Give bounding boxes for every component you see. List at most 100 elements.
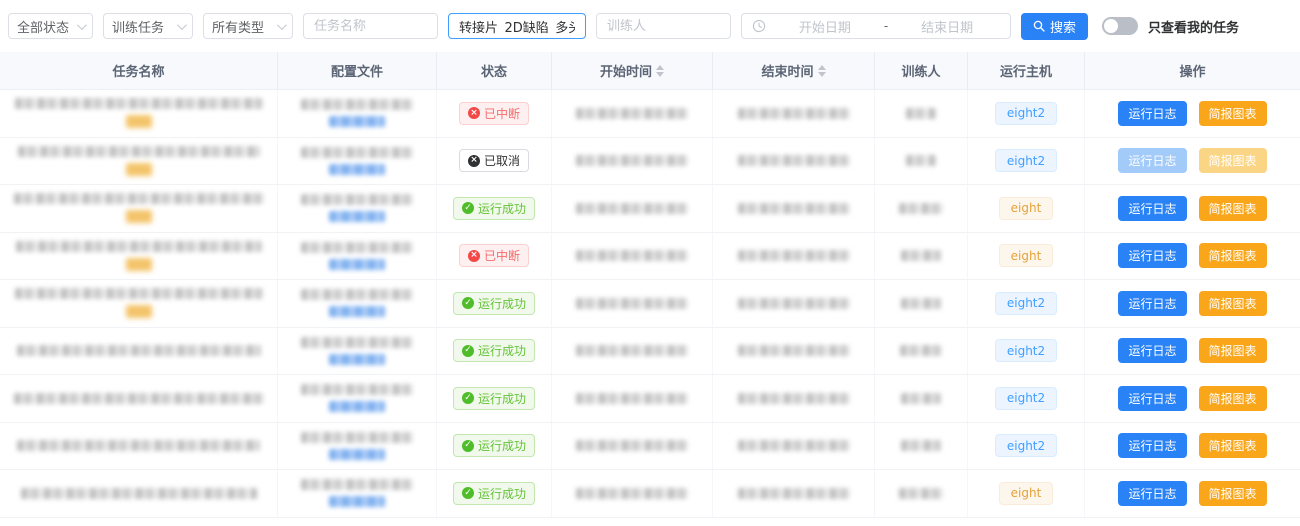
config-file-cell bbox=[278, 423, 437, 470]
run-log-button[interactable]: 运行日志 bbox=[1118, 196, 1186, 221]
date-range-separator: - bbox=[884, 19, 888, 33]
redacted-config-name bbox=[301, 242, 413, 253]
report-chart-button[interactable]: 简报图表 bbox=[1199, 481, 1267, 506]
start-time-cell bbox=[552, 375, 713, 422]
run-log-button[interactable]: 运行日志 bbox=[1118, 433, 1186, 458]
redacted-config-link[interactable] bbox=[329, 354, 385, 365]
status-label: 运行成功 bbox=[478, 485, 526, 502]
redacted-start-time bbox=[576, 250, 688, 261]
column-header-label: 结束时间 bbox=[761, 61, 813, 80]
report-chart-button[interactable]: 简报图表 bbox=[1199, 291, 1267, 316]
table-row: ✓ 运行成功 eight 运行日志简报图表 bbox=[0, 185, 1300, 233]
sort-asc-icon[interactable] bbox=[818, 65, 826, 70]
table-row: ×已中断eight运行日志简报图表 bbox=[0, 233, 1300, 281]
sort-desc-icon[interactable] bbox=[656, 72, 664, 77]
column-header-label: 开始时间 bbox=[600, 61, 652, 80]
config-file-cell bbox=[278, 138, 437, 185]
run-log-button[interactable]: 运行日志 bbox=[1118, 243, 1186, 268]
redacted-config-name bbox=[301, 289, 413, 300]
config-file-cell bbox=[278, 280, 437, 327]
table-row: ✓运行成功eight运行日志简报图表 bbox=[0, 470, 1300, 518]
start-date-input[interactable]: 开始日期 bbox=[772, 17, 878, 36]
status-success-icon: ✓ bbox=[462, 392, 474, 404]
report-chart-button[interactable]: 简报图表 bbox=[1199, 433, 1267, 458]
config-file-cell bbox=[278, 90, 437, 137]
end-time-cell bbox=[713, 423, 875, 470]
table-row: ×已中断eight2运行日志简报图表 bbox=[0, 90, 1300, 138]
redacted-start-time bbox=[576, 488, 688, 499]
my-tasks-toggle[interactable] bbox=[1102, 17, 1138, 35]
redacted-config-link[interactable] bbox=[329, 306, 385, 317]
trainer-cell bbox=[875, 280, 968, 327]
host-cell: eight2 bbox=[968, 423, 1085, 470]
start-time-cell bbox=[552, 233, 713, 280]
redacted-config-link[interactable] bbox=[329, 164, 385, 175]
redacted-config-name bbox=[301, 337, 413, 348]
redacted-config-name bbox=[301, 384, 413, 395]
status-badge: ✓运行成功 bbox=[453, 434, 535, 457]
sort-desc-icon[interactable] bbox=[818, 72, 826, 77]
task-name-cell bbox=[0, 90, 278, 137]
column-header-config-file: 配置文件 bbox=[278, 52, 437, 89]
redacted-trainer bbox=[900, 345, 942, 356]
trainer-cell bbox=[875, 185, 968, 232]
host-cell: eight bbox=[968, 233, 1085, 280]
redacted-task-name bbox=[15, 288, 263, 299]
redacted-start-time bbox=[576, 440, 688, 451]
run-log-button[interactable]: 运行日志 bbox=[1118, 338, 1186, 363]
task-filter-select[interactable]: 训练任务 bbox=[103, 13, 193, 39]
search-button[interactable]: 搜索 bbox=[1021, 13, 1088, 40]
actions-cell: 运行日志简报图表 bbox=[1085, 423, 1300, 470]
redacted-end-time bbox=[738, 440, 850, 451]
table-row: ✓运行成功 eight2 运行日志简报图表 bbox=[0, 328, 1300, 376]
status-label: 运行成功 bbox=[478, 295, 526, 312]
type-filter-select[interactable]: 所有类型 bbox=[203, 13, 293, 39]
run-log-button[interactable]: 运行日志 bbox=[1118, 148, 1186, 173]
search-button-label: 搜索 bbox=[1050, 17, 1076, 36]
run-log-button[interactable]: 运行日志 bbox=[1118, 481, 1186, 506]
host-tag: eight2 bbox=[995, 339, 1057, 362]
report-chart-button[interactable]: 简报图表 bbox=[1199, 148, 1267, 173]
report-chart-button[interactable]: 简报图表 bbox=[1199, 196, 1267, 221]
trainer-input[interactable] bbox=[607, 19, 720, 34]
status-filter-select[interactable]: 全部状态 bbox=[8, 13, 93, 39]
run-log-button[interactable]: 运行日志 bbox=[1118, 101, 1186, 126]
report-chart-button[interactable]: 简报图表 bbox=[1199, 338, 1267, 363]
redacted-start-time bbox=[576, 345, 688, 356]
status-success-icon: ✓ bbox=[462, 487, 474, 499]
status-label: 运行成功 bbox=[478, 200, 526, 217]
status-success-icon: ✓ bbox=[462, 202, 474, 214]
run-log-button[interactable]: 运行日志 bbox=[1118, 386, 1186, 411]
config-file-cell bbox=[278, 470, 437, 517]
redacted-config-link[interactable] bbox=[329, 211, 385, 222]
report-chart-button[interactable]: 简报图表 bbox=[1199, 386, 1267, 411]
status-badge: ✓运行成功 bbox=[453, 387, 535, 410]
status-interrupted-icon: × bbox=[468, 250, 480, 262]
sort-control[interactable] bbox=[818, 65, 826, 77]
sort-control[interactable] bbox=[656, 65, 664, 77]
run-log-button[interactable]: 运行日志 bbox=[1118, 291, 1186, 316]
status-badge: ✓运行成功 bbox=[453, 339, 535, 362]
end-date-input[interactable]: 结束日期 bbox=[894, 17, 1000, 36]
redacted-config-link[interactable] bbox=[329, 116, 385, 127]
sort-asc-icon[interactable] bbox=[656, 65, 664, 70]
model-name-input[interactable] bbox=[459, 19, 575, 34]
column-header-end-time: 结束时间 bbox=[713, 52, 875, 89]
redacted-trainer bbox=[906, 155, 936, 166]
redacted-config-link[interactable] bbox=[329, 496, 385, 507]
task-name-input[interactable] bbox=[314, 19, 427, 34]
redacted-task-name bbox=[14, 193, 264, 204]
task-name-cell bbox=[0, 185, 278, 232]
redacted-trainer bbox=[901, 393, 941, 404]
date-range-picker[interactable]: 开始日期 - 结束日期 bbox=[741, 13, 1011, 39]
redacted-config-link[interactable] bbox=[329, 401, 385, 412]
status-success-icon: ✓ bbox=[462, 440, 474, 452]
start-time-cell bbox=[552, 470, 713, 517]
redacted-config-link[interactable] bbox=[329, 259, 385, 270]
status-success-icon: ✓ bbox=[462, 345, 474, 357]
redacted-config-link[interactable] bbox=[329, 449, 385, 460]
report-chart-button[interactable]: 简报图表 bbox=[1199, 243, 1267, 268]
report-chart-button[interactable]: 简报图表 bbox=[1199, 101, 1267, 126]
redacted-config-name bbox=[301, 479, 413, 490]
host-tag: eight bbox=[999, 197, 1054, 220]
